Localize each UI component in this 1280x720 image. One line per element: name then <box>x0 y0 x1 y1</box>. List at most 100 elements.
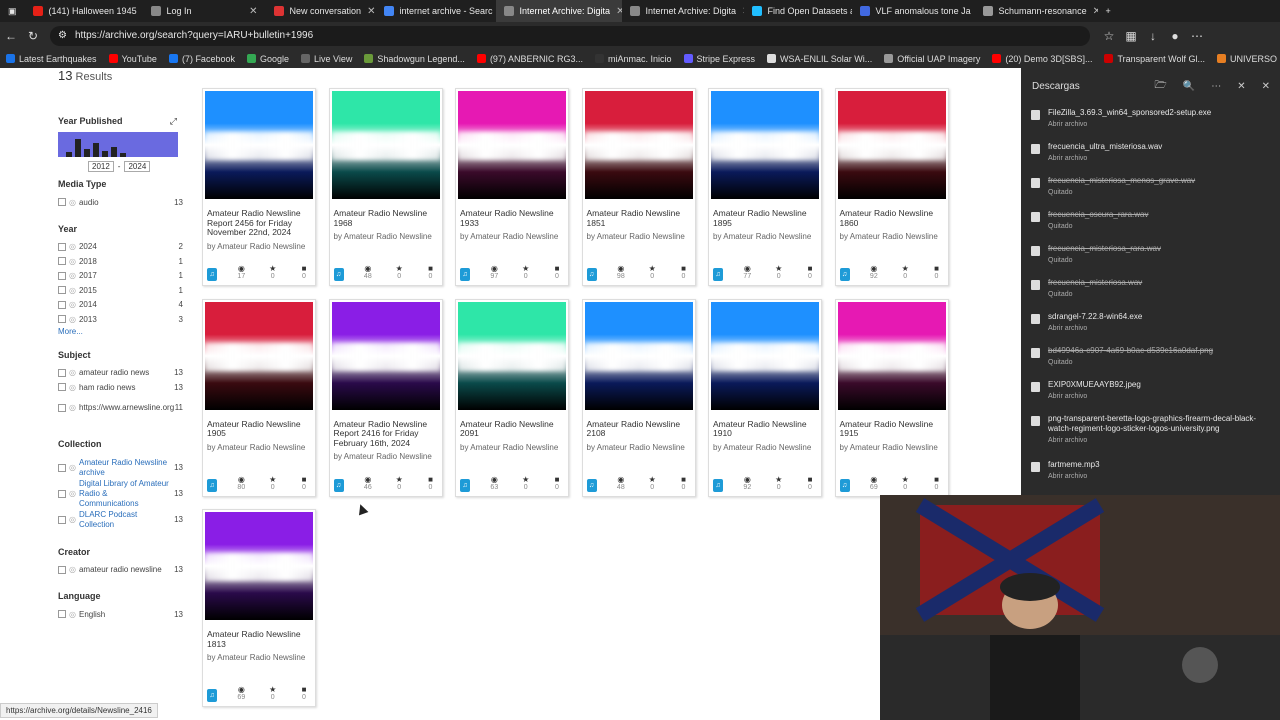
download-entry[interactable]: fartmeme.mp3 Abrir archivo <box>1021 456 1280 490</box>
bookmark-item[interactable]: Transparent Wolf Gl... <box>1104 54 1205 64</box>
hide-icon[interactable]: ◎ <box>69 300 76 309</box>
result-card[interactable]: Amateur Radio Newsline 1968 by Amateur Ra… <box>328 88 443 286</box>
year-to-input[interactable]: 2024 <box>124 161 151 172</box>
facet-checkbox[interactable] <box>58 463 66 472</box>
search-icon[interactable]: 🔍 <box>1183 81 1195 92</box>
result-card[interactable]: Amateur Radio Newsline 1895 by Amateur Ra… <box>708 88 822 286</box>
more-icon[interactable]: ⋯ <box>1211 81 1221 92</box>
waveform-thumbnail[interactable] <box>711 301 819 410</box>
browser-tab[interactable]: Log In ✕ <box>143 0 266 22</box>
item-title[interactable]: Amateur Radio Newsline 1813 <box>205 629 313 649</box>
extensions-icon[interactable]: ▦ <box>1120 29 1142 43</box>
download-entry[interactable]: frecuencia_misteriosa_menos_grave.wav Qui… <box>1021 172 1280 206</box>
star-icon[interactable]: ☆ <box>1098 29 1120 43</box>
facet-checkbox[interactable] <box>58 610 66 619</box>
facet-option[interactable]: ◎ https://www.arnewsline.org 11 <box>58 395 183 421</box>
download-filename[interactable]: frecuencia_ultra_misteriosa.wav <box>1048 142 1162 152</box>
hide-icon[interactable]: ◎ <box>69 489 76 498</box>
facet-option[interactable]: ◎ Amateur Radio Newsline archive 13 <box>58 455 183 481</box>
download-entry[interactable]: sdrangel-7.22.8-win64.exe Abrir archivo <box>1021 308 1280 342</box>
result-card[interactable]: Amateur Radio Newsline 2108 by Amateur Ra… <box>581 298 696 497</box>
hide-icon[interactable]: ◎ <box>69 383 76 392</box>
hide-icon[interactable]: ◎ <box>69 315 76 324</box>
facet-checkbox[interactable] <box>58 315 66 324</box>
waveform-thumbnail[interactable] <box>205 91 313 199</box>
bookmark-item[interactable]: miAnmac. Inicio <box>594 54 672 64</box>
facet-checkbox[interactable] <box>58 242 66 251</box>
download-entry[interactable]: FileZilla_3.69.3_win64_sponsored2-setup.… <box>1021 104 1280 138</box>
browser-tab[interactable]: New conversation ✕ <box>266 0 376 22</box>
hide-icon[interactable]: ◎ <box>69 286 76 295</box>
download-entry[interactable]: frecuencia_ultra_misteriosa.wav Abrir arc… <box>1021 138 1280 172</box>
browser-tab[interactable]: internet archive - Searc✕ <box>376 0 496 22</box>
download-icon[interactable]: ↓ <box>1142 29 1164 43</box>
item-title[interactable]: Amateur Radio Newsline 1860 <box>838 208 946 228</box>
tab-close-icon[interactable]: ✕ <box>249 6 257 17</box>
download-status[interactable]: Quitado <box>1048 223 1149 230</box>
bookmark-item[interactable]: Google <box>246 54 289 64</box>
facet-checkbox[interactable] <box>58 403 66 412</box>
page-info-icon[interactable]: ⚙ <box>58 30 67 41</box>
pin-icon[interactable]: ✕ <box>1237 81 1245 92</box>
result-card[interactable]: Amateur Radio Newsline 2091 by Amateur Ra… <box>455 298 569 497</box>
download-filename[interactable]: bd49946a-c907-4a69-b0ac-d539c16a0daf.png <box>1048 346 1213 356</box>
bookmark-item[interactable]: UNIVERSO RETRO... <box>1216 54 1280 64</box>
hide-icon[interactable]: ◎ <box>69 198 76 207</box>
item-title[interactable]: Amateur Radio Newsline 1968 <box>332 208 440 228</box>
result-card[interactable]: Amateur Radio Newsline 1933 by Amateur Ra… <box>455 88 569 286</box>
window-menu-icon[interactable]: ▣ <box>0 0 25 22</box>
waveform-thumbnail[interactable] <box>584 301 693 410</box>
item-title[interactable]: Amateur Radio Newsline 2108 <box>585 419 693 439</box>
hide-icon[interactable]: ◎ <box>69 368 76 377</box>
item-title[interactable]: Amateur Radio Newsline 1851 <box>585 208 693 228</box>
download-entry[interactable]: EXIP0XMUEAAYB92.jpeg Abrir archivo <box>1021 376 1280 410</box>
download-filename[interactable]: frecuencia_misteriosa_rara.wav <box>1048 244 1161 254</box>
bookmark-item[interactable]: (97) ANBERNIC RG3... <box>476 54 583 64</box>
download-status[interactable]: Quitado <box>1048 291 1142 298</box>
hide-icon[interactable]: ◎ <box>69 565 76 574</box>
browser-tab[interactable]: (141) Halloween 1945✕ <box>25 0 143 22</box>
facet-option[interactable]: ◎ amateur radio news 13 <box>58 366 183 381</box>
bookmark-item[interactable]: (7) Facebook <box>168 54 235 64</box>
download-entry[interactable]: frecuencia_oscura_rara.wav Quitado <box>1021 206 1280 240</box>
menu-icon[interactable]: ⋯ <box>1186 29 1208 43</box>
bookmark-item[interactable]: WSA-ENLIL Solar Wi... <box>767 54 872 64</box>
year-range[interactable]: 2012- 2024 <box>88 161 183 172</box>
hide-icon[interactable]: ◎ <box>69 515 76 524</box>
download-filename[interactable]: frecuencia_misteriosa_menos_grave.wav <box>1048 176 1195 186</box>
result-card[interactable]: Amateur Radio Newsline 1915 by Amateur Ra… <box>834 298 949 497</box>
hide-icon[interactable]: ◎ <box>69 257 76 266</box>
facet-option[interactable]: ◎ audio 13 <box>58 195 183 210</box>
download-filename[interactable]: png-transparent-beretta-logo-graphics-fi… <box>1048 414 1270 434</box>
bookmark-item[interactable]: Shadowgun Legend... <box>364 54 465 64</box>
facet-checkbox[interactable] <box>58 489 66 498</box>
download-status[interactable]: Quitado <box>1048 257 1161 264</box>
close-icon[interactable]: ✕ <box>1262 81 1270 92</box>
download-filename[interactable]: frecuencia_oscura_rara.wav <box>1048 210 1149 220</box>
download-status[interactable]: Abrir archivo <box>1048 437 1270 444</box>
result-card[interactable]: Amateur Radio Newsline Report 2456 for F… <box>202 88 316 286</box>
year-histogram[interactable] <box>58 132 178 157</box>
hide-icon[interactable]: ◎ <box>69 610 76 619</box>
browser-tab[interactable]: Find Open Datasets an✕ <box>744 0 852 22</box>
item-title[interactable]: Amateur Radio Newsline Report 2416 for F… <box>332 419 440 449</box>
item-title[interactable]: Amateur Radio Newsline 1933 <box>458 208 566 228</box>
download-status[interactable]: Abrir archivo <box>1048 155 1162 162</box>
download-filename[interactable]: FileZilla_3.69.3_win64_sponsored2-setup.… <box>1048 108 1211 118</box>
download-entry[interactable]: png-transparent-beretta-logo-graphics-fi… <box>1021 410 1280 456</box>
download-status[interactable]: Abrir archivo <box>1048 121 1211 128</box>
facet-option[interactable]: ◎ English 13 <box>58 607 183 622</box>
facet-option[interactable]: ◎ amateur radio newsline 13 <box>58 563 183 578</box>
facet-checkbox[interactable] <box>58 257 66 266</box>
facet-checkbox[interactable] <box>58 286 66 295</box>
waveform-thumbnail[interactable] <box>458 91 566 199</box>
folder-icon[interactable]: 🗁 <box>1154 78 1166 95</box>
hide-icon[interactable]: ◎ <box>69 403 76 412</box>
facet-option[interactable]: ◎ ham radio news 13 <box>58 380 183 395</box>
facet-more-link[interactable]: More... <box>58 327 183 336</box>
download-filename[interactable]: EXIP0XMUEAAYB92.jpeg <box>1048 380 1141 390</box>
reload-icon[interactable]: ↻ <box>22 29 44 43</box>
bookmark-item[interactable]: Latest Earthquakes <box>6 54 97 64</box>
facet-checkbox[interactable] <box>58 198 66 207</box>
facet-option[interactable]: ◎ 2024 2 <box>58 240 183 255</box>
